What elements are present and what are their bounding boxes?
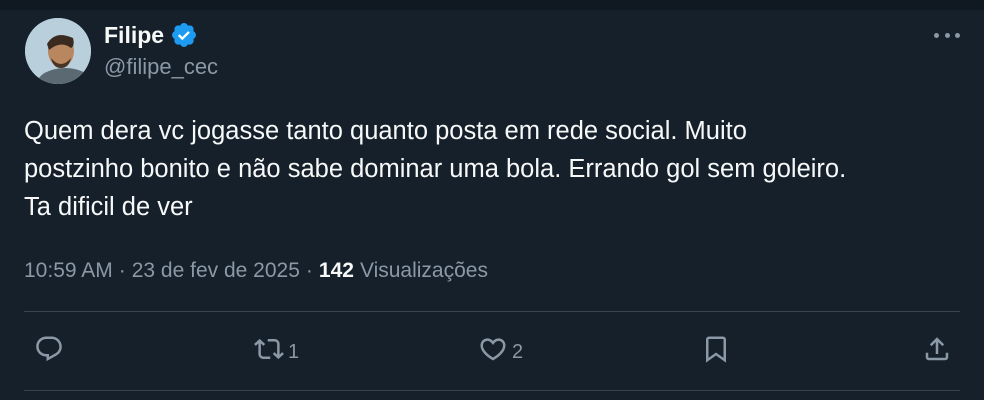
avatar-photo (25, 18, 91, 84)
meta-separator-2: · (305, 259, 313, 282)
reply-icon (34, 334, 64, 370)
divider-top (24, 311, 960, 312)
avatar[interactable] (25, 18, 91, 84)
retweet-button[interactable]: 1 (254, 330, 299, 374)
top-border (0, 0, 984, 10)
bookmark-icon (701, 334, 731, 370)
verified-badge-icon (170, 21, 198, 49)
share-button[interactable] (922, 330, 952, 374)
author-handle[interactable]: @filipe_cec (104, 54, 218, 80)
more-icon[interactable] (934, 26, 960, 44)
divider-bottom (24, 390, 960, 391)
retweet-count: 1 (288, 340, 300, 363)
like-count: 2 (512, 340, 524, 363)
share-icon (922, 334, 952, 370)
like-button[interactable]: 2 (478, 330, 523, 374)
tweet-date[interactable]: 23 de fev de 2025 (132, 259, 300, 283)
author-name[interactable]: Filipe (104, 22, 164, 49)
author-name-row: Filipe (104, 20, 198, 50)
action-bar: 1 2 (0, 330, 984, 374)
tweet-meta: 10:59 AM · 23 de fev de 2025 · 142 Visua… (24, 256, 488, 286)
reply-button[interactable] (34, 330, 68, 374)
views-label[interactable]: Visualizações (360, 259, 488, 283)
like-icon (478, 334, 508, 370)
tweet-text: Quem dera vc jogasse tanto quanto posta … (24, 117, 847, 221)
meta-separator: · (118, 259, 126, 282)
retweet-icon (254, 334, 284, 370)
tweet-time[interactable]: 10:59 AM (24, 259, 113, 283)
bookmark-button[interactable] (701, 330, 731, 374)
views-count[interactable]: 142 (319, 259, 354, 283)
